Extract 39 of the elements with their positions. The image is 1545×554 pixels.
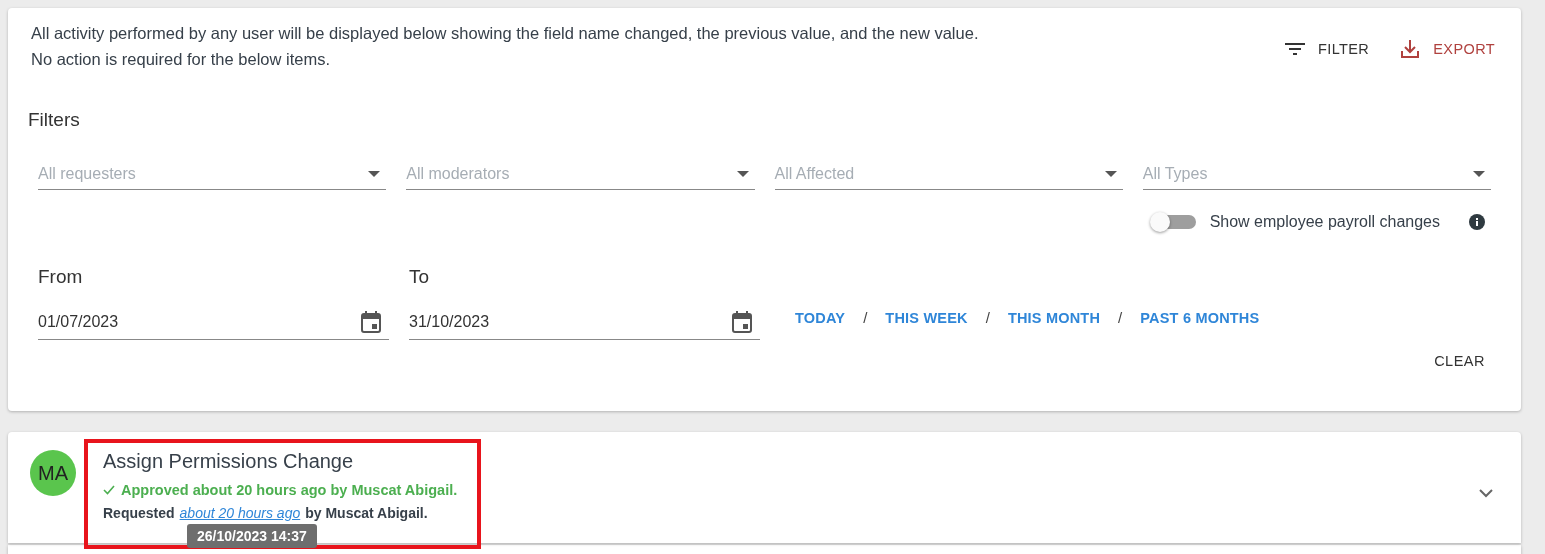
dropdown-arrow-icon	[1104, 170, 1117, 178]
separator-text: /	[985, 309, 990, 326]
activity-title: Assign Permissions Change	[103, 450, 355, 473]
tooltip: 26/10/2023 14:37	[187, 524, 317, 548]
time-link[interactable]: about 20 hours ago	[179, 505, 301, 521]
dropdown-field[interactable]: All Types	[1142, 159, 1491, 190]
filter-button[interactable]: FILTER	[1283, 38, 1370, 60]
export-button[interactable]: EXPORT	[1399, 38, 1495, 60]
chevron-icon	[1479, 489, 1493, 498]
intro-text: No action is required for the below items.	[31, 50, 331, 69]
date-range-link[interactable]: PAST 6 MONTHS	[1140, 309, 1260, 326]
separator-text: /	[1118, 309, 1123, 326]
dropdown-arrow-icon	[1473, 170, 1485, 178]
requested-label: Requested	[103, 505, 175, 521]
filter-icon	[1283, 41, 1306, 57]
dropdown-arrow-icon	[368, 170, 381, 178]
check-icon	[103, 485, 115, 495]
toggle-switch[interactable]	[1149, 212, 1196, 232]
info-icon	[1468, 213, 1486, 231]
dropdown-arrow-icon	[736, 170, 749, 178]
date-label: From	[38, 266, 84, 288]
dropdown-field[interactable]: All Affected	[774, 159, 1123, 190]
avatar: MA	[30, 450, 76, 496]
calendar-icon	[732, 311, 752, 333]
calendar-icon	[361, 311, 381, 333]
status-text: Approved about 20 hours ago by Muscat Abigail.	[121, 482, 458, 498]
separator-text: /	[863, 309, 868, 326]
clear-button[interactable]: CLEAR	[1434, 353, 1485, 369]
toggle-label: Show employee payroll changes	[1209, 213, 1440, 231]
requester-text: by Muscat Abigail.	[305, 505, 428, 521]
date-label: To	[409, 266, 431, 288]
intro-text: All activity performed by any user will be displayed below showing the field name changed, the previous value, and the new value.	[31, 24, 979, 43]
date-range-link[interactable]: THIS WEEK	[885, 309, 968, 326]
download-icon	[1399, 38, 1422, 60]
date-range-link[interactable]: TODAY	[795, 309, 846, 326]
dropdown-field[interactable]: All moderators	[406, 159, 755, 190]
dropdown-field[interactable]: All requesters	[38, 159, 387, 190]
date-range-link[interactable]: THIS MONTH	[1007, 309, 1101, 326]
filters-heading: Filters	[28, 109, 81, 131]
